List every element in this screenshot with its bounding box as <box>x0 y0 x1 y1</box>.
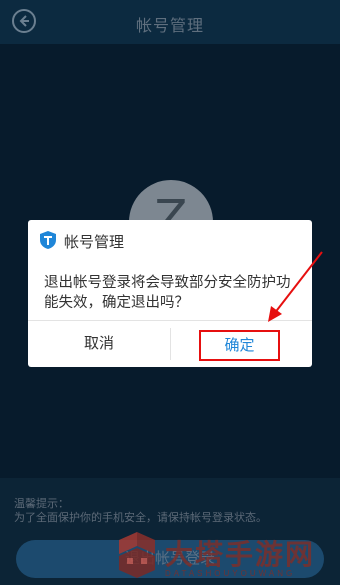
watermark-text: 大塔手游网 <box>165 539 316 570</box>
button-divider <box>170 328 171 360</box>
watermark: 大塔手游网 DATASHOUYOUWANG <box>115 530 335 582</box>
red-arrow-annotation <box>268 251 323 322</box>
screen: 帐号管理 Z 温馨提示： 为了全面保护你的手机安全，请保持帐号登录状态。 退出帐… <box>0 0 340 585</box>
watermark-subtext: DATASHOUYOUWANG <box>165 569 296 578</box>
confirm-button[interactable]: 确定 <box>199 330 280 361</box>
shield-icon <box>40 231 56 249</box>
page-title: 帐号管理 <box>135 18 204 35</box>
watermark-logo-icon <box>119 532 155 578</box>
dialog-title: 帐号管理 <box>64 234 125 251</box>
cancel-button[interactable]: 取消 <box>28 321 170 367</box>
tips-text: 为了全面保护你的手机安全，请保持帐号登录状态。 <box>14 512 267 524</box>
top-bar: 帐号管理 <box>0 0 340 44</box>
